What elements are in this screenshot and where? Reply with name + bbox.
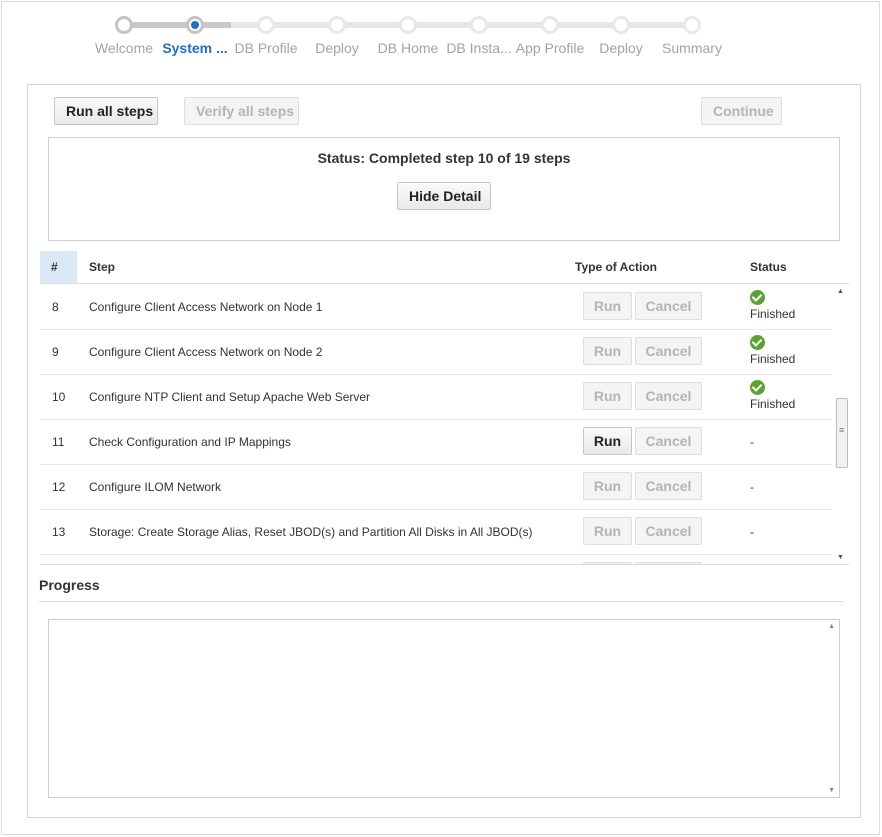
run-button: Run <box>583 472 632 500</box>
scroll-up-arrow-icon[interactable]: ▲ <box>828 623 835 630</box>
train-line-completed <box>124 22 231 28</box>
run-button: Run <box>583 292 632 320</box>
row-status-text: - <box>750 435 754 449</box>
train-label-deploy-db: Deploy <box>315 40 359 56</box>
run-all-steps-button[interactable]: Run all steps <box>54 97 158 125</box>
table-row: 11 Check Configuration and IP Mappings R… <box>40 420 832 465</box>
train-label-system[interactable]: System ... <box>155 40 235 56</box>
status-text: Status: Completed step 10 of 19 steps <box>317 150 571 166</box>
train-label-welcome[interactable]: Welcome <box>84 40 164 56</box>
row-number: 8 <box>52 300 59 314</box>
column-header-status[interactable]: Status <box>750 251 787 283</box>
row-number: 13 <box>52 525 66 539</box>
train-label-db-home: DB Home <box>377 40 439 56</box>
row-step: Storage: Create Storage Alias, Reset JBO… <box>89 525 533 539</box>
train-label-deploy-app: Deploy <box>599 40 643 56</box>
table-scrollbar[interactable]: ▲ ▼ <box>833 285 849 564</box>
run-button <box>583 562 632 564</box>
train-stop-deploy-db <box>328 16 346 34</box>
row-status-text: - <box>750 525 754 539</box>
train-stop-welcome[interactable] <box>115 16 133 34</box>
progress-log-area[interactable]: ▲ ▼ <box>48 619 840 798</box>
column-header-number[interactable]: # <box>40 251 77 283</box>
scrollbar-thumb[interactable] <box>836 398 848 468</box>
wizard-train: Welcome System ... DB Profile Deploy DB … <box>2 2 882 72</box>
table-row: 10 Configure NTP Client and Setup Apache… <box>40 375 832 420</box>
train-stop-db-home <box>399 16 417 34</box>
steps-panel: Run all steps Verify all steps Continue … <box>27 84 861 818</box>
check-circle-icon <box>750 335 765 350</box>
train-stop-app-profile <box>541 16 559 34</box>
table-row-partial <box>40 555 832 564</box>
table-row: 9 Configure Client Access Network on Nod… <box>40 330 832 375</box>
row-status: Finished <box>750 380 795 411</box>
row-step: Check Configuration and IP Mappings <box>89 435 291 449</box>
run-button: Run <box>583 517 632 545</box>
cancel-button: Cancel <box>635 337 702 365</box>
scroll-down-arrow-icon[interactable]: ▼ <box>837 554 844 561</box>
cancel-button: Cancel <box>635 292 702 320</box>
row-status-text: Finished <box>750 397 796 411</box>
column-header-step[interactable]: Step <box>89 251 115 283</box>
table-row: 13 Storage: Create Storage Alias, Reset … <box>40 510 832 555</box>
row-number: 12 <box>52 480 66 494</box>
cancel-button: Cancel <box>635 382 702 410</box>
train-stop-system[interactable] <box>186 16 204 34</box>
row-number: 10 <box>52 390 66 404</box>
run-button: Run <box>583 337 632 365</box>
run-button[interactable]: Run <box>583 427 632 455</box>
cancel-button: Cancel <box>635 472 702 500</box>
row-step: Configure NTP Client and Setup Apache We… <box>89 390 371 404</box>
steps-table-header: # Step Type of Action Status <box>40 251 849 284</box>
train-label-db-profile: DB Profile <box>234 40 298 56</box>
row-status-text: Finished <box>750 307 796 321</box>
row-number: 11 <box>52 435 65 449</box>
cancel-button <box>635 562 702 564</box>
column-header-type-of-action[interactable]: Type of Action <box>575 251 657 283</box>
scroll-up-arrow-icon[interactable]: ▲ <box>837 288 844 295</box>
hide-detail-button[interactable]: Hide Detail <box>397 182 491 210</box>
row-step: Configure ILOM Network <box>89 480 222 494</box>
train-label-db-instance: DB Insta... <box>446 40 512 56</box>
progress-divider <box>39 601 843 602</box>
train-label-app-profile: App Profile <box>515 40 585 56</box>
row-status: Finished <box>750 290 795 321</box>
train-label-summary: Summary <box>662 40 722 56</box>
steps-table-body[interactable]: 8 Configure Client Access Network on Nod… <box>40 285 849 565</box>
row-status-text: - <box>750 480 754 494</box>
cancel-button: Cancel <box>635 517 702 545</box>
cancel-button: Cancel <box>635 427 702 455</box>
train-stop-deploy-app <box>612 16 630 34</box>
continue-button: Continue <box>701 97 782 125</box>
progress-title: Progress <box>39 577 100 593</box>
row-status-text: Finished <box>750 352 796 366</box>
verify-all-steps-button: Verify all steps <box>184 97 299 125</box>
train-stop-summary <box>683 16 701 34</box>
row-step: Configure Client Access Network on Node … <box>89 345 323 359</box>
row-step: Configure Client Access Network on Node … <box>89 300 323 314</box>
row-status: Finished <box>750 335 795 366</box>
table-row: 8 Configure Client Access Network on Nod… <box>40 285 832 330</box>
train-stop-db-profile <box>257 16 275 34</box>
status-box: Status: Completed step 10 of 19 steps Hi… <box>48 137 840 241</box>
scroll-down-arrow-icon[interactable]: ▼ <box>828 787 835 794</box>
table-row: 12 Configure ILOM Network Run Cancel - <box>40 465 832 510</box>
row-number: 9 <box>52 345 59 359</box>
check-circle-icon <box>750 380 765 395</box>
train-stop-db-instance <box>470 16 488 34</box>
check-circle-icon <box>750 290 765 305</box>
wizard-window: Welcome System ... DB Profile Deploy DB … <box>1 1 880 835</box>
run-button: Run <box>583 382 632 410</box>
